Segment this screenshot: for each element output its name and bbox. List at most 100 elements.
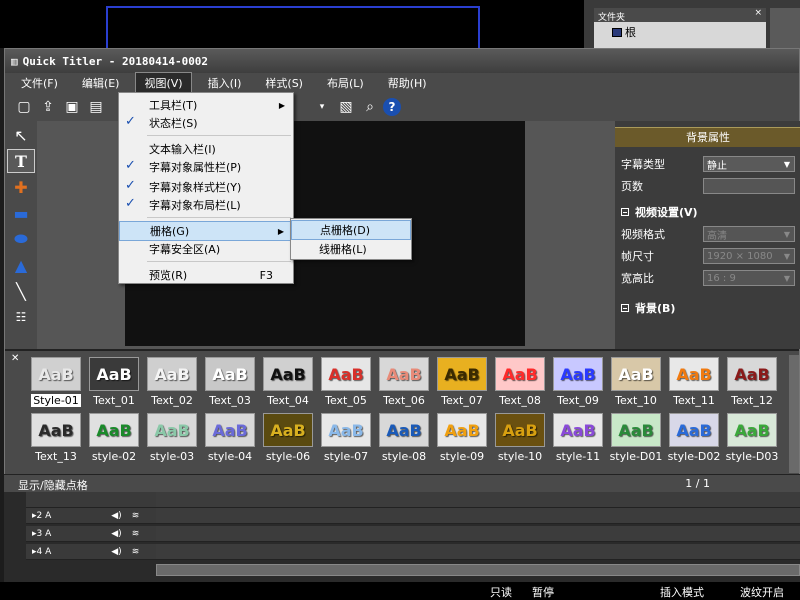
style-item[interactable]: AaB Text_05 — [317, 357, 375, 413]
folder-node-root[interactable]: 根 — [594, 22, 766, 42]
style-item[interactable]: AaB Text_13 — [27, 413, 85, 469]
image-icon[interactable]: ▧ — [335, 96, 357, 118]
style-item[interactable]: AaB style-D02 — [665, 413, 723, 469]
track-lane[interactable] — [156, 492, 800, 508]
style-item[interactable]: AaB Text_10 — [607, 357, 665, 413]
background-section[interactable]: 背景(B) — [635, 300, 675, 316]
background-preview-frame — [106, 6, 480, 48]
style-item[interactable]: AaB style-10 — [491, 413, 549, 469]
menu-file[interactable]: 文件(F) — [13, 73, 66, 93]
menu-item-safe-area[interactable]: 字幕安全区(A) — [119, 239, 293, 259]
menu-item-toolbar[interactable]: 工具栏(T) ▶ — [119, 95, 293, 115]
pointer-icon[interactable]: ↖ — [7, 123, 35, 147]
ellipse-icon[interactable]: ⬬ — [7, 227, 35, 251]
left-toolbox: ↖ T ✚ ▬ ⬬ ▲ ╲ ☷ — [5, 121, 37, 351]
track-lane[interactable] — [156, 508, 800, 524]
settings-icon[interactable]: ☷ — [7, 305, 35, 329]
menu-item-statusbar[interactable]: ✓ 状态栏(S) — [119, 113, 293, 133]
style-item[interactable]: AaB style-D01 — [607, 413, 665, 469]
zoom-icon[interactable]: ⌕ — [359, 96, 381, 118]
track-header-2a[interactable]: ▸2 A ◀) ≋ — [26, 508, 156, 524]
properties-header: 背景属性 — [615, 127, 800, 147]
menu-insert[interactable]: 插入(I) — [200, 73, 250, 93]
new-icon[interactable]: ▢ — [13, 96, 35, 118]
crop-icon[interactable]: ✚ — [7, 175, 35, 199]
page-field — [703, 178, 795, 194]
subtitle-type-select[interactable]: 静止 ▼ — [703, 156, 795, 172]
style-item[interactable]: AaB style-07 — [317, 413, 375, 469]
save-icon[interactable]: ▣ — [61, 96, 83, 118]
menu-item-line-grid[interactable]: 线栅格(L) — [291, 239, 411, 259]
menu-layout[interactable]: 布局(L) — [319, 73, 372, 93]
menu-item-object-properties[interactable]: ✓ 字幕对象属性栏(P) — [119, 157, 293, 177]
vertical-scrollbar[interactable] — [789, 355, 799, 473]
speaker-icon[interactable]: ◀) — [111, 547, 121, 557]
wave-icon[interactable]: ≋ — [132, 529, 140, 539]
style-item[interactable]: AaB style-09 — [433, 413, 491, 469]
dropdown-arrow-icon[interactable]: ▾ — [311, 96, 333, 118]
style-item[interactable]: AaB style-02 — [85, 413, 143, 469]
menu-view[interactable]: 视图(V) — [135, 72, 192, 94]
triangle-icon[interactable]: ▲ — [7, 253, 35, 277]
collapse-icon[interactable] — [621, 208, 629, 216]
background-side-strip — [770, 8, 800, 48]
style-item[interactable]: AaB Text_09 — [549, 357, 607, 413]
style-item[interactable]: AaB Text_12 — [723, 357, 781, 413]
wave-icon[interactable]: ≋ — [132, 547, 140, 557]
save-as-icon[interactable]: ▤ — [85, 96, 107, 118]
style-item[interactable]: AaB style-03 — [143, 413, 201, 469]
close-icon[interactable]: ✕ — [11, 353, 19, 364]
style-item[interactable]: AaB Text_11 — [665, 357, 723, 413]
style-preview: AaB — [263, 357, 313, 391]
style-item[interactable]: AaB Text_03 — [201, 357, 259, 413]
style-preview: AaB — [147, 357, 197, 391]
style-name: style-03 — [149, 450, 195, 463]
track-lane[interactable] — [156, 526, 800, 542]
style-item[interactable]: AaB style-D03 — [723, 413, 781, 469]
horizontal-scrollbar[interactable] — [156, 564, 800, 576]
style-item[interactable]: AaB style-08 — [375, 413, 433, 469]
style-item[interactable]: AaB style-04 — [201, 413, 259, 469]
help-icon[interactable]: ? — [383, 98, 401, 116]
style-item[interactable]: AaB Text_02 — [143, 357, 201, 413]
view-menu-dropdown: 工具栏(T) ▶ ✓ 状态栏(S) 文本输入栏(I) ✓ 字幕对象属性栏(P) ✓ 字幕… — [118, 92, 294, 284]
style-item[interactable]: AaB Text_07 — [433, 357, 491, 413]
style-item[interactable]: AaB Text_08 — [491, 357, 549, 413]
menu-item-preview[interactable]: 预览(R) F3 — [119, 265, 293, 285]
page-indicator: 1 / 1 — [685, 477, 710, 490]
track-header-4a[interactable]: ▸4 A ◀) ≋ — [26, 544, 156, 560]
style-preview: AaB — [205, 413, 255, 447]
style-preview: AaB — [89, 357, 139, 391]
collapse-icon[interactable] — [621, 304, 629, 312]
menu-item-text-input-bar[interactable]: 文本输入栏(I) — [119, 139, 293, 159]
text-tool-icon[interactable]: T — [7, 149, 35, 173]
menu-edit[interactable]: 编辑(E) — [74, 73, 128, 93]
track-header-3a[interactable]: ▸3 A ◀) ≋ — [26, 526, 156, 542]
menu-item-grid[interactable]: 栅格(G) ▶ — [119, 221, 293, 241]
menu-item-object-styles[interactable]: ✓ 字幕对象样式栏(Y) — [119, 177, 293, 197]
open-icon[interactable]: ⇪ — [37, 96, 59, 118]
style-name: Text_04 — [267, 394, 309, 407]
speaker-icon[interactable]: ◀) — [111, 511, 121, 521]
style-preview: AaB — [669, 357, 719, 391]
wave-icon[interactable]: ≋ — [132, 511, 140, 521]
close-icon[interactable]: × — [754, 8, 762, 18]
style-item[interactable]: AaB style-06 — [259, 413, 317, 469]
style-item[interactable]: AaB Text_04 — [259, 357, 317, 413]
style-item[interactable]: AaB Style-01 — [27, 357, 85, 413]
menu-item-dot-grid[interactable]: 点栅格(D) — [291, 220, 411, 240]
line-icon[interactable]: ╲ — [7, 279, 35, 303]
style-preview: AaB — [611, 357, 661, 391]
style-item[interactable]: AaB style-11 — [549, 413, 607, 469]
speaker-icon[interactable]: ◀) — [111, 529, 121, 539]
grid-submenu: 点栅格(D) 线栅格(L) — [290, 218, 412, 260]
rectangle-icon[interactable]: ▬ — [7, 201, 35, 225]
menu-style[interactable]: 样式(S) — [257, 73, 311, 93]
track-lane[interactable] — [156, 544, 800, 560]
menu-item-object-layout[interactable]: ✓ 字幕对象布局栏(L) — [119, 195, 293, 215]
style-item[interactable]: AaB Text_06 — [375, 357, 433, 413]
check-icon: ✓ — [125, 196, 136, 211]
video-settings-section[interactable]: 视频设置(V) — [635, 204, 698, 220]
menu-help[interactable]: 帮助(H) — [380, 73, 435, 93]
style-item[interactable]: AaB Text_01 — [85, 357, 143, 413]
